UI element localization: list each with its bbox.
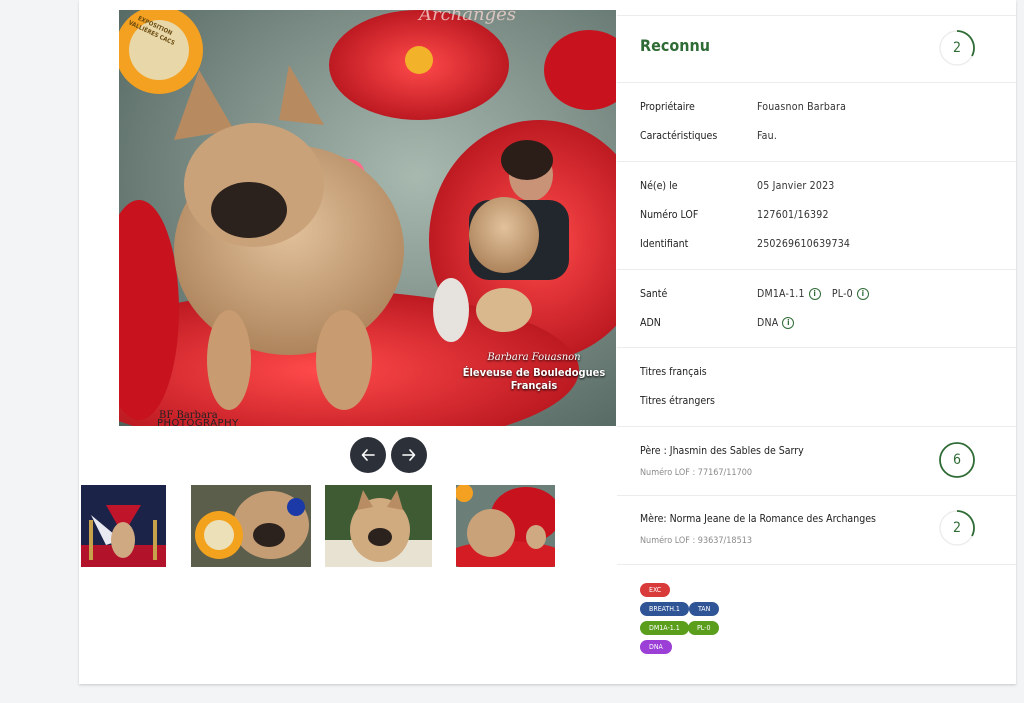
thumbnail-3-image bbox=[325, 485, 432, 567]
owner-value: Fouasnon Barbara bbox=[757, 101, 847, 113]
divider bbox=[617, 426, 1016, 427]
thumbnail-2[interactable] bbox=[191, 485, 311, 567]
health-test-pl0: PL-0 bbox=[831, 288, 853, 300]
info-icon[interactable]: i bbox=[856, 288, 869, 300]
mother-name-link[interactable]: Mère: Norma Jeane de la Romance des Arch… bbox=[640, 513, 876, 525]
divider bbox=[617, 15, 1016, 16]
thumbnail-1[interactable] bbox=[81, 485, 166, 567]
status-count-ring[interactable]: 2 bbox=[938, 29, 976, 67]
mother-count: 2 bbox=[952, 520, 961, 536]
details-panel: Reconnu 2 Propriétaire Fouasnon Barbara … bbox=[617, 0, 1016, 684]
health-values: DM1A-1.1 i PL-0 i bbox=[757, 288, 869, 300]
father-count: 6 bbox=[952, 452, 961, 468]
lof-label: Numéro LOF bbox=[640, 209, 699, 221]
dna-label: ADN bbox=[640, 317, 661, 329]
mother-count-ring[interactable]: 2 bbox=[938, 509, 976, 547]
main-photo-image bbox=[119, 10, 616, 426]
father-count-ring[interactable]: 6 bbox=[938, 441, 976, 479]
status-title: Reconnu bbox=[640, 36, 711, 55]
divider bbox=[617, 495, 1016, 496]
photo-caption: Éleveuse de Bouledogues Français bbox=[462, 366, 606, 392]
lof-value: 127601/16392 bbox=[757, 209, 829, 221]
born-label: Né(e) le bbox=[640, 180, 678, 192]
titles-french-label: Titres français bbox=[640, 366, 707, 378]
dog-profile-card: Archanges EXPOSITION VALLIÈRES CACS Barb… bbox=[79, 0, 1016, 684]
identifier-value: 250269610639734 bbox=[757, 238, 851, 250]
divider bbox=[617, 269, 1016, 270]
arrow-left-icon bbox=[361, 449, 375, 461]
arrow-right-icon bbox=[402, 449, 416, 461]
father-lof: Numéro LOF : 77167/11700 bbox=[640, 468, 753, 478]
thumbnail-4[interactable] bbox=[456, 485, 555, 567]
photo-watermark-title: Archanges bbox=[419, 10, 517, 25]
badge-breath: BREATH.1 bbox=[640, 602, 689, 616]
thumbnail-1-image bbox=[81, 485, 166, 567]
health-test-dm1a: DM1A-1.1 bbox=[757, 288, 805, 300]
features-value: Fau. bbox=[757, 130, 778, 142]
status-count: 2 bbox=[952, 40, 961, 56]
badge-tan: TAN bbox=[689, 602, 720, 616]
thumbnail-2-image bbox=[191, 485, 311, 567]
badge-dna: DNA bbox=[640, 640, 672, 654]
main-photo[interactable]: Archanges EXPOSITION VALLIÈRES CACS Barb… bbox=[119, 10, 616, 426]
prev-photo-button[interactable] bbox=[350, 437, 386, 473]
dna-value: DNA bbox=[757, 317, 779, 329]
photo-signature: Barbara Fouasnon bbox=[487, 352, 581, 363]
next-photo-button[interactable] bbox=[391, 437, 427, 473]
badge-exc: EXC bbox=[640, 583, 671, 597]
photo-credit-subtitle: PHOTOGRAPHY bbox=[157, 418, 239, 426]
identifier-label: Identifiant bbox=[640, 238, 689, 250]
info-icon[interactable]: i bbox=[782, 317, 795, 329]
features-label: Caractéristiques bbox=[640, 130, 718, 142]
thumbnail-3[interactable] bbox=[325, 485, 432, 567]
badge-dm1a: DM1A-1.1 bbox=[640, 621, 689, 635]
titles-foreign-label: Titres étrangers bbox=[640, 395, 715, 407]
thumbnail-4-image bbox=[456, 485, 555, 567]
dna-values: DNA i bbox=[757, 317, 795, 329]
health-label: Santé bbox=[640, 288, 668, 300]
father-name-link[interactable]: Père : Jhasmin des Sables de Sarry bbox=[640, 445, 804, 457]
divider bbox=[617, 347, 1016, 348]
divider bbox=[617, 82, 1016, 83]
divider bbox=[617, 161, 1016, 162]
mother-lof: Numéro LOF : 93637/18513 bbox=[640, 536, 753, 546]
owner-label: Propriétaire bbox=[640, 101, 695, 113]
info-icon[interactable]: i bbox=[808, 288, 821, 300]
badge-pl0: PL-0 bbox=[688, 621, 720, 635]
divider bbox=[617, 564, 1016, 565]
born-value: 05 Janvier 2023 bbox=[757, 180, 835, 192]
